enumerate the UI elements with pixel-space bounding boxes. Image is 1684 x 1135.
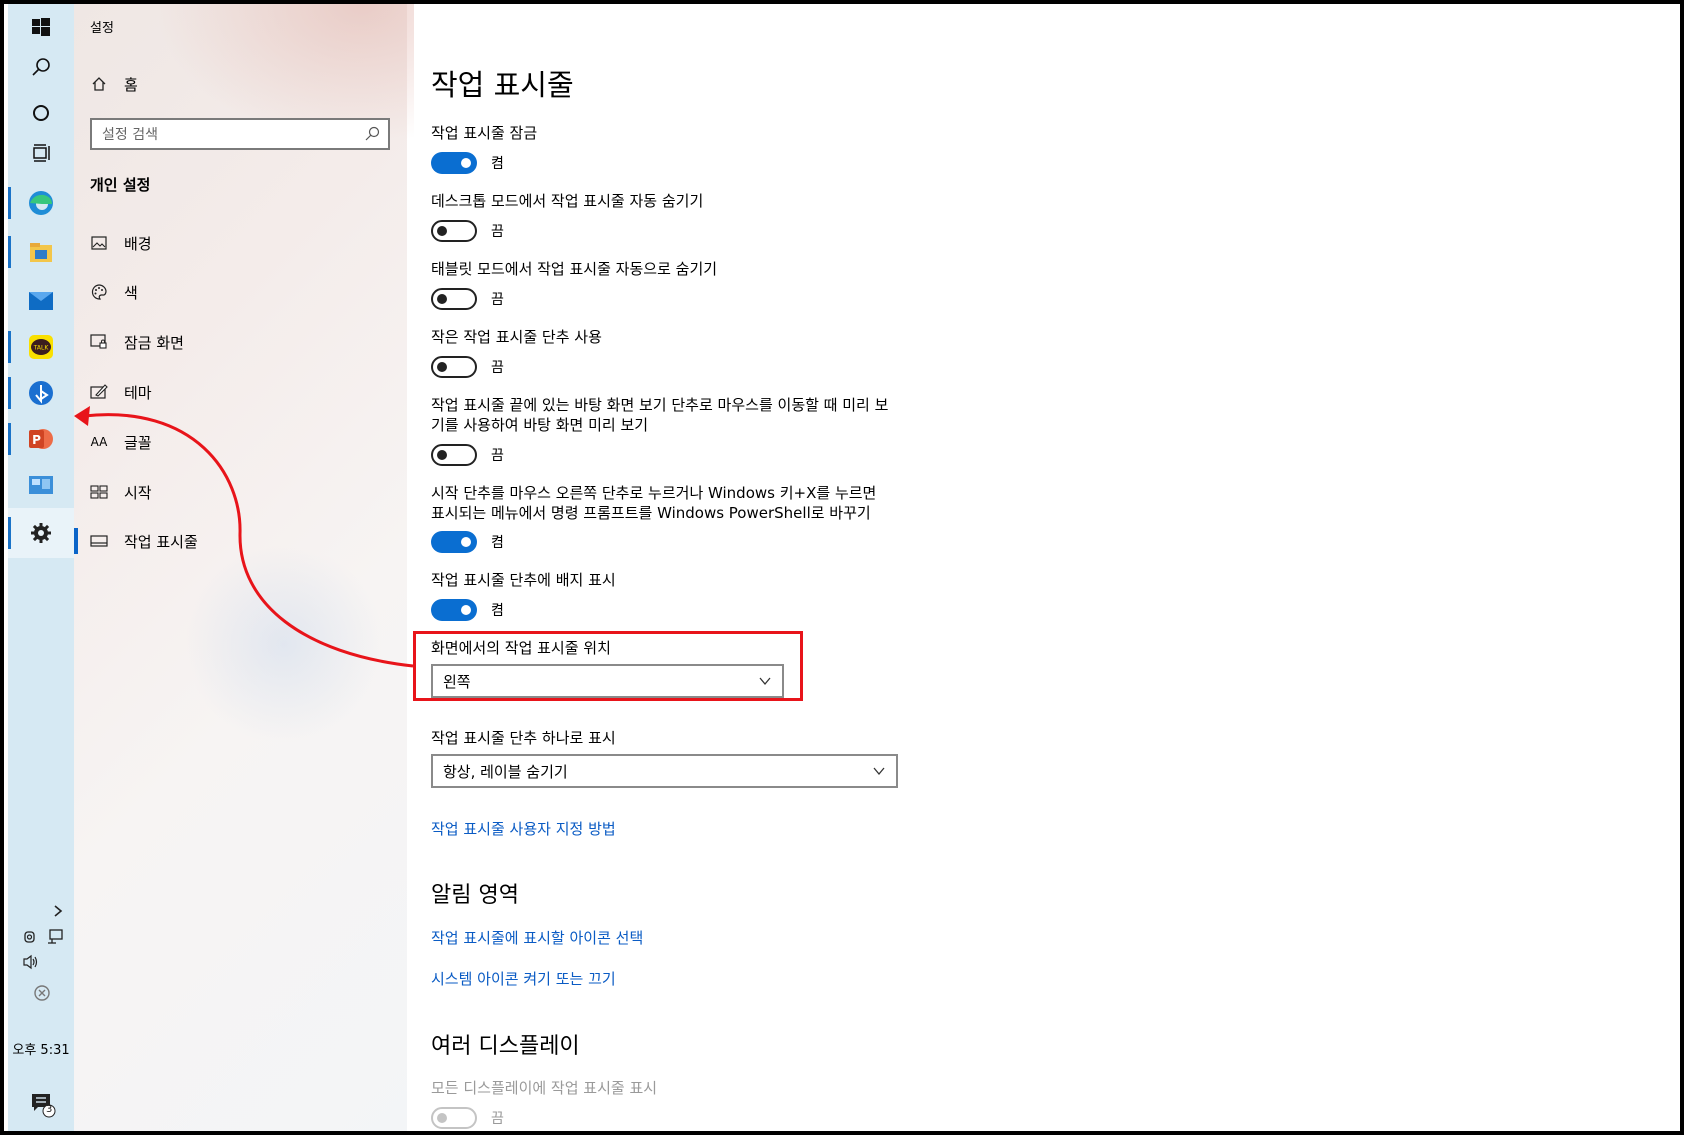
autohide-tablet-toggle[interactable] bbox=[431, 288, 477, 310]
volume-icon[interactable] bbox=[22, 954, 40, 974]
setting-toggle-row: 켬 bbox=[431, 531, 504, 553]
mail-icon[interactable] bbox=[8, 278, 74, 322]
setting-toggle-row: 끔 bbox=[431, 1107, 504, 1129]
task-view-icon[interactable] bbox=[8, 131, 74, 175]
palette-icon bbox=[90, 283, 108, 301]
setting-label: 작업 표시줄 단추에 배지 표시 bbox=[431, 571, 616, 589]
toggle-state-label: 끔 bbox=[491, 448, 504, 464]
system-icons-link[interactable]: 시스템 아이콘 켜기 또는 끄기 bbox=[431, 968, 616, 989]
nav-item-color[interactable]: 색 bbox=[90, 278, 138, 306]
nav-item-start[interactable]: 시작 bbox=[90, 478, 152, 506]
kakaotalk-icon[interactable]: TALK bbox=[8, 325, 74, 369]
svg-text:TALK: TALK bbox=[33, 345, 50, 352]
setting-toggle-row: 끔 bbox=[431, 288, 504, 310]
search-icon[interactable] bbox=[8, 45, 74, 89]
toggle-state-label: 끔 bbox=[491, 360, 504, 376]
nav-selection-indicator bbox=[74, 528, 78, 554]
combine-buttons-dropdown[interactable]: 항상, 레이블 숨기기 bbox=[431, 754, 898, 788]
notification-badge: 3 bbox=[46, 1104, 53, 1115]
setting-label: 시작 단추를 마우스 오른쪽 단추로 누르거나 Windows 키+X를 누르면… bbox=[431, 484, 877, 522]
setting-label: 태블릿 모드에서 작업 표시줄 자동으로 숨기기 bbox=[431, 260, 718, 278]
settings-nav-pane: 설정 홈 설정 검색 개인 설정 배경 색 잠금 화면 테마 AA 글꼴 시작 … bbox=[74, 4, 414, 1131]
clock[interactable]: 오후 5:31 bbox=[8, 1039, 74, 1058]
file-explorer-icon[interactable] bbox=[8, 230, 74, 274]
windows-start-icon[interactable] bbox=[8, 5, 74, 49]
chevron-down-icon bbox=[872, 764, 886, 782]
cortana-icon[interactable] bbox=[8, 91, 74, 135]
nav-item-label: 배경 bbox=[124, 234, 152, 253]
edge-icon[interactable] bbox=[8, 181, 74, 225]
font-icon: AA bbox=[90, 435, 108, 449]
setting-toggle-row: 끔 bbox=[431, 356, 504, 378]
select-icons-link[interactable]: 작업 표시줄에 표시할 아이콘 선택 bbox=[431, 927, 643, 948]
small-buttons-toggle[interactable] bbox=[431, 356, 477, 378]
powerpoint-icon[interactable]: P bbox=[8, 417, 74, 461]
nav-item-label: 글꼴 bbox=[124, 433, 152, 452]
action-center-icon[interactable]: 3 bbox=[30, 1092, 56, 1122]
toggle-state-label: 끔 bbox=[491, 224, 504, 240]
toggle-state-label: 끔 bbox=[491, 292, 504, 308]
nav-item-label: 작업 표시줄 bbox=[124, 532, 198, 551]
toggle-state-label: 켬 bbox=[491, 603, 504, 619]
badges-toggle[interactable] bbox=[431, 599, 477, 621]
nav-item-fonts[interactable]: AA 글꼴 bbox=[90, 428, 152, 456]
nav-item-taskbar[interactable]: 작업 표시줄 bbox=[90, 527, 198, 555]
nav-item-label: 색 bbox=[124, 283, 138, 302]
setting-toggle-row: 끔 bbox=[431, 220, 504, 242]
home-icon bbox=[90, 75, 108, 93]
nav-item-label: 시작 bbox=[124, 483, 152, 502]
setting-label: 작업 표시줄 잠금 bbox=[431, 124, 538, 142]
setting-toggle-row: 켬 bbox=[431, 599, 504, 621]
setting-label: 데스크톱 모드에서 작업 표시줄 자동 숨기기 bbox=[431, 192, 704, 210]
combine-buttons-label: 작업 표시줄 단추 하나로 표시 bbox=[431, 729, 616, 747]
show-all-displays-toggle[interactable] bbox=[431, 1107, 477, 1129]
nav-item-label: 잠금 화면 bbox=[124, 333, 184, 352]
nav-item-background[interactable]: 배경 bbox=[90, 229, 152, 257]
toggle-state-label: 켬 bbox=[491, 535, 504, 551]
lock-screen-icon bbox=[90, 333, 108, 351]
annotation-highlight-box bbox=[413, 631, 803, 701]
customize-taskbar-link[interactable]: 작업 표시줄 사용자 지정 방법 bbox=[431, 818, 616, 839]
search-icon[interactable] bbox=[364, 126, 380, 146]
meet-now-icon[interactable] bbox=[23, 929, 39, 949]
start-icon bbox=[90, 483, 108, 501]
taskbar-icon bbox=[90, 532, 108, 550]
page-title: 작업 표시줄 bbox=[431, 68, 574, 102]
lock-taskbar-toggle[interactable] bbox=[431, 152, 477, 174]
toggle-state-label: 켬 bbox=[491, 156, 504, 172]
toggle-state-label: 끔 bbox=[491, 1111, 504, 1127]
app-title: 설정 bbox=[90, 21, 114, 36]
picture-icon bbox=[90, 234, 108, 252]
control-panel-icon[interactable] bbox=[8, 463, 74, 507]
nav-item-lock-screen[interactable]: 잠금 화면 bbox=[90, 328, 184, 356]
app-icon[interactable] bbox=[8, 371, 74, 415]
setting-toggle-row: 끔 bbox=[431, 444, 504, 466]
settings-search-input[interactable]: 설정 검색 bbox=[90, 118, 390, 150]
settings-icon[interactable] bbox=[8, 508, 74, 558]
notification-area-heading: 알림 영역 bbox=[431, 883, 519, 908]
powershell-toggle[interactable] bbox=[431, 531, 477, 553]
network-icon[interactable] bbox=[46, 929, 64, 949]
nav-item-label: 테마 bbox=[124, 383, 152, 402]
app-tray-icon[interactable] bbox=[33, 984, 51, 1006]
peek-toggle[interactable] bbox=[431, 444, 477, 466]
nav-home[interactable]: 홈 bbox=[90, 70, 138, 98]
autohide-desktop-toggle[interactable] bbox=[431, 220, 477, 242]
svg-text:P: P bbox=[32, 433, 41, 447]
setting-toggle-row: 켬 bbox=[431, 152, 504, 174]
content-pane: 작업 표시줄 작업 표시줄 잠금 켬 데스크톱 모드에서 작업 표시줄 자동 숨… bbox=[407, 4, 1680, 1131]
nav-home-label: 홈 bbox=[124, 75, 138, 94]
nav-section-heading: 개인 설정 bbox=[90, 176, 151, 194]
setting-label: 작은 작업 표시줄 단추 사용 bbox=[431, 328, 602, 346]
nav-item-themes[interactable]: 테마 bbox=[90, 378, 152, 406]
search-placeholder: 설정 검색 bbox=[102, 127, 158, 143]
multiple-displays-heading: 여러 디스플레이 bbox=[431, 1034, 580, 1059]
show-all-displays-label: 모든 디스플레이에 작업 표시줄 표시 bbox=[431, 1079, 658, 1097]
taskbar: TALK P 오후 5:31 3 bbox=[8, 4, 74, 1131]
screenshot-frame: TALK P 오후 5:31 3 설정 홈 설정 검색 개인 설정 배경 색 잠… bbox=[0, 0, 1684, 1135]
dropdown-value: 항상, 레이블 숨기기 bbox=[443, 762, 568, 781]
show-hidden-icons-chevron[interactable] bbox=[52, 904, 64, 922]
setting-label: 작업 표시줄 끝에 있는 바탕 화면 보기 단추로 마우스를 이동할 때 미리 … bbox=[431, 396, 889, 434]
theme-icon bbox=[90, 383, 108, 401]
